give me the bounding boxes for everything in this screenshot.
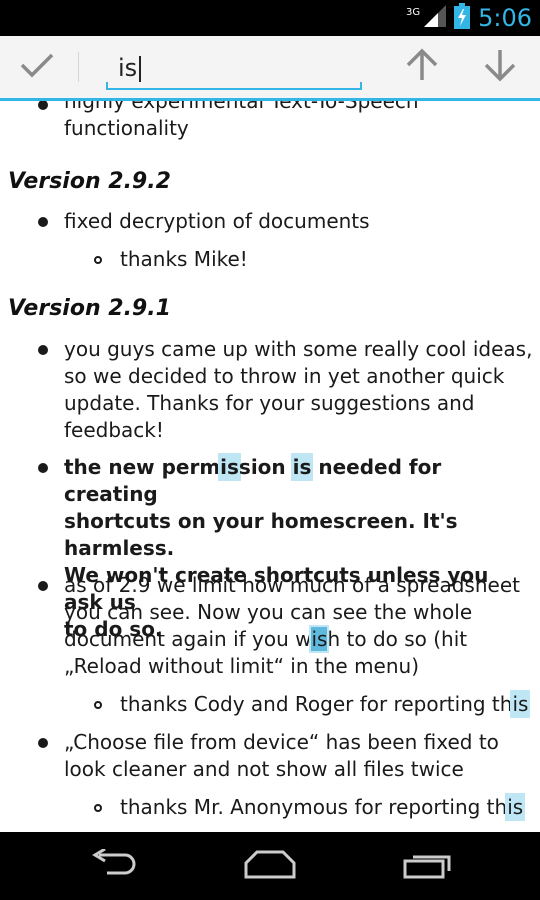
list-item-line: update. Thanks for your suggestions and xyxy=(64,391,475,415)
arrow-down-icon xyxy=(483,48,517,86)
network-type-label: 3G xyxy=(405,6,421,18)
current-match-highlight: is xyxy=(311,627,328,651)
text-cursor xyxy=(139,56,141,82)
list-item-line: highly experimental Text-To-Speech xyxy=(64,101,419,113)
list-item-line: the new permission is needed for creatin… xyxy=(64,454,534,508)
version-heading: Version 2.9.1 xyxy=(8,296,171,321)
list-item-line: shortcuts on your homescreen. It's harml… xyxy=(64,509,458,560)
bullet xyxy=(38,101,48,110)
sub-list-item: thanks Mike! xyxy=(120,247,248,271)
find-toolbar xyxy=(0,36,540,98)
list-item: fixed decryption of documents xyxy=(64,209,370,233)
list-item-line: functionality xyxy=(64,116,189,140)
bullet xyxy=(38,345,48,355)
text-run: sion xyxy=(238,455,293,479)
home-icon xyxy=(243,849,297,883)
search-match-highlight: is xyxy=(220,455,239,479)
toolbar-divider xyxy=(78,52,79,82)
bullet xyxy=(38,581,48,591)
search-match-highlight: is xyxy=(512,692,529,716)
list-item-line: feedback! xyxy=(64,418,164,442)
list-item: „Choose file from device“ has been fixed… xyxy=(64,729,534,783)
recent-apps-icon xyxy=(403,849,453,883)
list-item: highly experimental Text-To-Speech funct… xyxy=(64,101,534,142)
search-match-highlight: is xyxy=(507,795,524,819)
sub-bullet xyxy=(94,256,102,264)
sub-list-item: thanks Mr. Anonymous for reporting this xyxy=(120,794,534,821)
back-button[interactable] xyxy=(67,840,157,892)
back-icon xyxy=(87,847,137,883)
search-field[interactable] xyxy=(106,46,362,90)
version-heading: Version 2.9.2 xyxy=(8,169,171,194)
bullet xyxy=(38,463,48,473)
status-icons: 3G 5:06 xyxy=(406,0,532,36)
system-navigation-bar xyxy=(0,832,540,900)
list-item-line: look cleaner and not show all files twic… xyxy=(64,757,464,781)
previous-match-button[interactable] xyxy=(398,44,446,90)
search-match-highlight: is xyxy=(292,455,312,479)
text-run: thanks Cody and Roger for reporting th xyxy=(120,692,513,716)
document-view[interactable]: highly experimental Text-To-Speech funct… xyxy=(0,101,540,832)
arrow-up-icon xyxy=(405,48,439,86)
clock: 5:06 xyxy=(478,4,532,32)
text-run: document again if you w xyxy=(64,627,312,651)
search-input[interactable] xyxy=(106,50,362,86)
bullet xyxy=(38,217,48,227)
sub-bullet xyxy=(94,804,102,812)
done-button[interactable] xyxy=(12,44,62,90)
list-item: you guys came up with some really cool i… xyxy=(64,336,534,444)
signal-icon xyxy=(424,5,447,31)
sub-bullet xyxy=(94,701,102,709)
next-match-button[interactable] xyxy=(476,44,524,90)
text-run: thanks Mr. Anonymous for reporting th xyxy=(120,795,508,819)
list-item-line: as of 2.9 we limit how much of a spreads… xyxy=(64,573,520,597)
home-button[interactable] xyxy=(225,840,315,892)
text-run: the new perm xyxy=(64,455,221,479)
list-item: as of 2.9 we limit how much of a spreads… xyxy=(64,572,534,680)
sub-list-item: thanks Cody and Roger for reporting this xyxy=(120,691,534,718)
list-item-line: you can see. Now you can see the whole xyxy=(64,600,473,624)
checkmark-icon xyxy=(19,51,55,83)
list-item-line: so we decided to throw in yet another qu… xyxy=(64,364,505,388)
search-underline xyxy=(106,82,362,90)
list-item-line: you guys came up with some really cool i… xyxy=(64,337,533,361)
recent-apps-button[interactable] xyxy=(383,840,473,892)
list-item-line: „Choose file from device“ has been fixed… xyxy=(64,730,499,754)
list-item-line: document again if you wish to do so (hit xyxy=(64,626,534,653)
list-item-line: „Reload without limit“ in the menu) xyxy=(64,654,420,678)
status-bar: 3G 5:06 xyxy=(0,0,540,36)
battery-charging-icon xyxy=(454,3,471,33)
text-run: h to do so (hit xyxy=(327,627,468,651)
bullet xyxy=(38,738,48,748)
